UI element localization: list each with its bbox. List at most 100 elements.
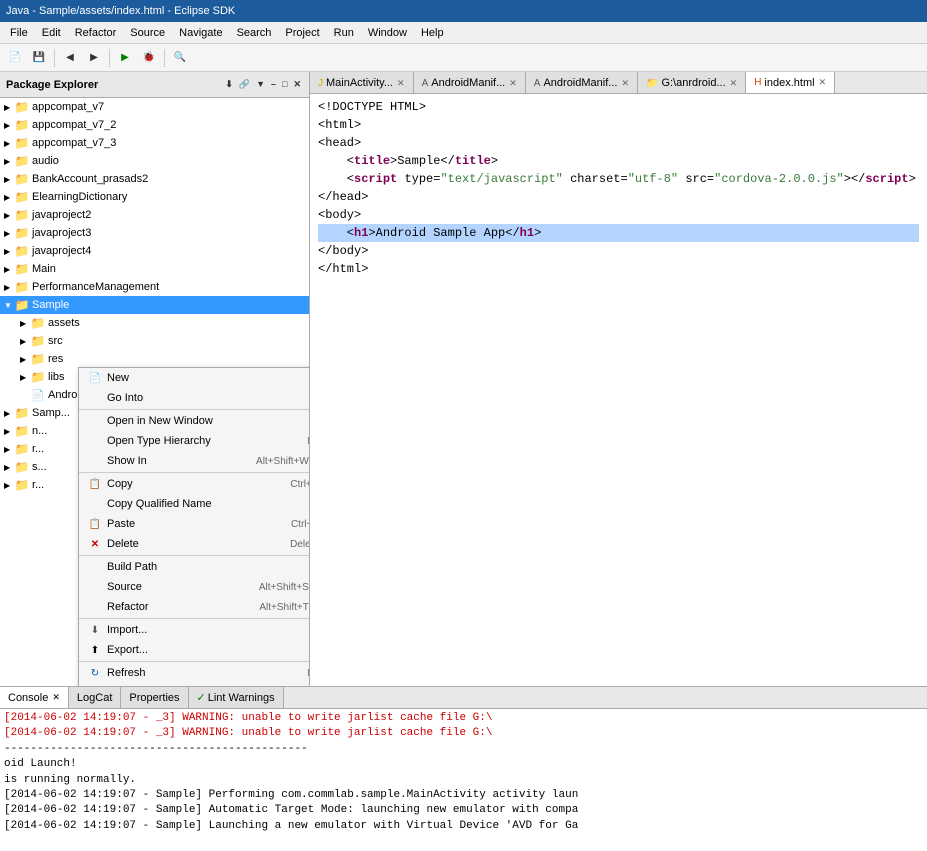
tree-item-javaproject2[interactable]: ▶ 📁 javaproject2 <box>0 206 309 224</box>
toolbar-forward[interactable]: ▶ <box>83 47 105 69</box>
tree-item-sample-sub2[interactable]: ▶ 📁 src <box>0 332 309 350</box>
cm-copyqualified[interactable]: Copy Qualified Name <box>79 494 310 514</box>
cm-export-label: Export... <box>107 644 148 656</box>
tab-ganrdroid[interactable]: 📁 G:\anrdroid... ✕ <box>638 72 746 94</box>
bottom-tab-properties-label: Properties <box>129 692 179 704</box>
bottom-tab-console[interactable]: Console ✕ <box>0 687 69 708</box>
menu-navigate[interactable]: Navigate <box>173 25 228 41</box>
console-line-4: oid Launch! <box>4 757 923 772</box>
menu-edit[interactable]: Edit <box>36 25 67 41</box>
toolbar-sep2 <box>109 49 110 67</box>
toolbar-save[interactable]: 💾 <box>28 47 50 69</box>
tab-ganrdroid-close[interactable]: ✕ <box>730 78 738 89</box>
cm-new[interactable]: 📄 New ▶ <box>79 368 310 388</box>
tree-label: r... <box>32 443 44 455</box>
cm-import-icon: ⬇ <box>87 623 103 637</box>
menu-file[interactable]: File <box>4 25 34 41</box>
tree-label: Main <box>32 263 56 275</box>
toolbar-debug[interactable]: 🐞 <box>138 47 160 69</box>
tree-item-audio[interactable]: ▶ 📁 audio <box>0 152 309 170</box>
cm-openwindow[interactable]: Open in New Window <box>79 411 310 431</box>
cm-copy-icon: 📋 <box>87 477 103 491</box>
cm-source-shortcut: Alt+Shift+S <box>259 582 309 593</box>
tree-item-appcompat-v7-3[interactable]: ▶ 📁 appcompat_v7_3 <box>0 134 309 152</box>
cm-paste[interactable]: 📋 Paste Ctrl+V <box>79 514 310 534</box>
tree-item-sample-sub1[interactable]: ▶ 📁 assets <box>0 314 309 332</box>
tree-item-bankaccount[interactable]: ▶ 📁 BankAccount_prasads2 <box>0 170 309 188</box>
menu-bar: File Edit Refactor Source Navigate Searc… <box>0 22 927 44</box>
pkg-max[interactable]: □ <box>280 78 289 91</box>
bottom-tab-properties[interactable]: Properties <box>121 687 188 708</box>
pkg-min[interactable]: – <box>269 78 278 91</box>
menu-refactor[interactable]: Refactor <box>69 25 123 41</box>
tab-androidmanif1-close[interactable]: ✕ <box>509 78 517 89</box>
menu-project[interactable]: Project <box>279 25 325 41</box>
tree-item-sample-sub3[interactable]: ▶ 📁 res <box>0 350 309 368</box>
cm-typehierarchy[interactable]: Open Type Hierarchy F4 <box>79 431 310 451</box>
menu-window[interactable]: Window <box>362 25 413 41</box>
pkg-collapse[interactable]: ⬇ <box>223 78 235 91</box>
toolbar-run[interactable]: ▶ <box>114 47 136 69</box>
tab-androidmanif1[interactable]: A AndroidManif... ✕ <box>414 72 526 94</box>
tree-item-javaproject4[interactable]: ▶ 📁 javaproject4 <box>0 242 309 260</box>
tree-item-sample[interactable]: ▼ 📁 Sample <box>0 296 309 314</box>
tab-indexhtml[interactable]: H index.html ✕ <box>746 72 835 94</box>
cm-export[interactable]: ⬆ Export... <box>79 640 310 660</box>
bottom-tab-console-label: Console <box>8 692 48 704</box>
cm-typehierarchy-shortcut: F4 <box>307 436 310 447</box>
tree-item-main[interactable]: ▶ 📁 Main <box>0 260 309 278</box>
tab-indexhtml-close[interactable]: ✕ <box>819 77 827 88</box>
console-line-3: ----------------------------------------… <box>4 742 923 757</box>
tree-label: n... <box>32 425 47 437</box>
toolbar-search[interactable]: 🔍 <box>169 47 191 69</box>
title-bar: Java - Sample/assets/index.html - Eclips… <box>0 0 927 22</box>
cm-refactor-shortcut: Alt+Shift+T <box>259 602 308 613</box>
bottom-tab-console-close[interactable]: ✕ <box>52 692 60 703</box>
cm-buildpath[interactable]: Build Path ▶ <box>79 557 310 577</box>
toolbar: 📄 💾 ◀ ▶ ▶ 🐞 🔍 <box>0 44 927 72</box>
cm-gointo[interactable]: Go Into <box>79 388 310 408</box>
menu-source[interactable]: Source <box>124 25 171 41</box>
code-editor[interactable]: <!DOCTYPE HTML> <html> <head> <title>Sam… <box>310 94 927 686</box>
cm-refresh[interactable]: ↻ Refresh F5 <box>79 663 310 683</box>
tree-label: src <box>48 335 63 347</box>
left-panel: Package Explorer ⬇ 🔗 ▼ – □ ✕ ▶ 📁 appcomp… <box>0 72 310 686</box>
tree-label: PerformanceManagement <box>32 281 159 293</box>
bottom-tab-lintwarnings[interactable]: ✓ Lint Warnings <box>189 687 284 708</box>
tree-item-appcompat-v7-2[interactable]: ▶ 📁 appcompat_v7_2 <box>0 116 309 134</box>
tree-label: s... <box>32 461 47 473</box>
cm-source[interactable]: Source Alt+Shift+S ▶ <box>79 577 310 597</box>
tree-item-javaproject3[interactable]: ▶ 📁 javaproject3 <box>0 224 309 242</box>
toolbar-new[interactable]: 📄 <box>4 47 26 69</box>
menu-run[interactable]: Run <box>328 25 360 41</box>
cm-refactor[interactable]: Refactor Alt+Shift+T ▶ <box>79 597 310 617</box>
tab-mainactivity[interactable]: J MainActivity... ✕ <box>310 72 414 94</box>
pkg-close[interactable]: ✕ <box>291 78 303 91</box>
cm-showin[interactable]: Show In Alt+Shift+W ▶ <box>79 451 310 471</box>
tab-mainactivity-close[interactable]: ✕ <box>397 78 405 89</box>
tab-androidmanif1-label: AndroidManif... <box>431 77 505 89</box>
code-line-4: <title>Sample</title> <box>318 152 919 170</box>
cm-showin-label: Show In <box>107 455 147 467</box>
toolbar-back[interactable]: ◀ <box>59 47 81 69</box>
pkg-menu[interactable]: ▼ <box>254 78 267 91</box>
cm-import[interactable]: ⬇ Import... <box>79 620 310 640</box>
pkg-link[interactable]: 🔗 <box>237 78 252 91</box>
tree-item-appcompat-v7[interactable]: ▶ 📁 appcompat_v7 <box>0 98 309 116</box>
tab-indexhtml-label: index.html <box>764 77 814 89</box>
cm-delete-shortcut: Delete <box>290 539 310 550</box>
cm-closeproject[interactable]: Close Project <box>79 683 310 686</box>
tab-androidmanif2-close[interactable]: ✕ <box>621 78 629 89</box>
cm-copy[interactable]: 📋 Copy Ctrl+C <box>79 474 310 494</box>
tree-item-elearning[interactable]: ▶ 📁 ElearningDictionary <box>0 188 309 206</box>
cm-delete[interactable]: ✕ Delete Delete <box>79 534 310 554</box>
tree-label: assets <box>48 317 80 329</box>
menu-help[interactable]: Help <box>415 25 450 41</box>
tree-item-performancemgmt[interactable]: ▶ 📁 PerformanceManagement <box>0 278 309 296</box>
tree-label: Sample <box>32 299 69 311</box>
bottom-tab-logcat[interactable]: LogCat <box>69 687 121 708</box>
cm-refresh-shortcut: F5 <box>307 668 310 679</box>
menu-search[interactable]: Search <box>231 25 278 41</box>
tree-label: libs <box>48 371 65 383</box>
tab-androidmanif2[interactable]: A AndroidManif... ✕ <box>526 72 638 94</box>
